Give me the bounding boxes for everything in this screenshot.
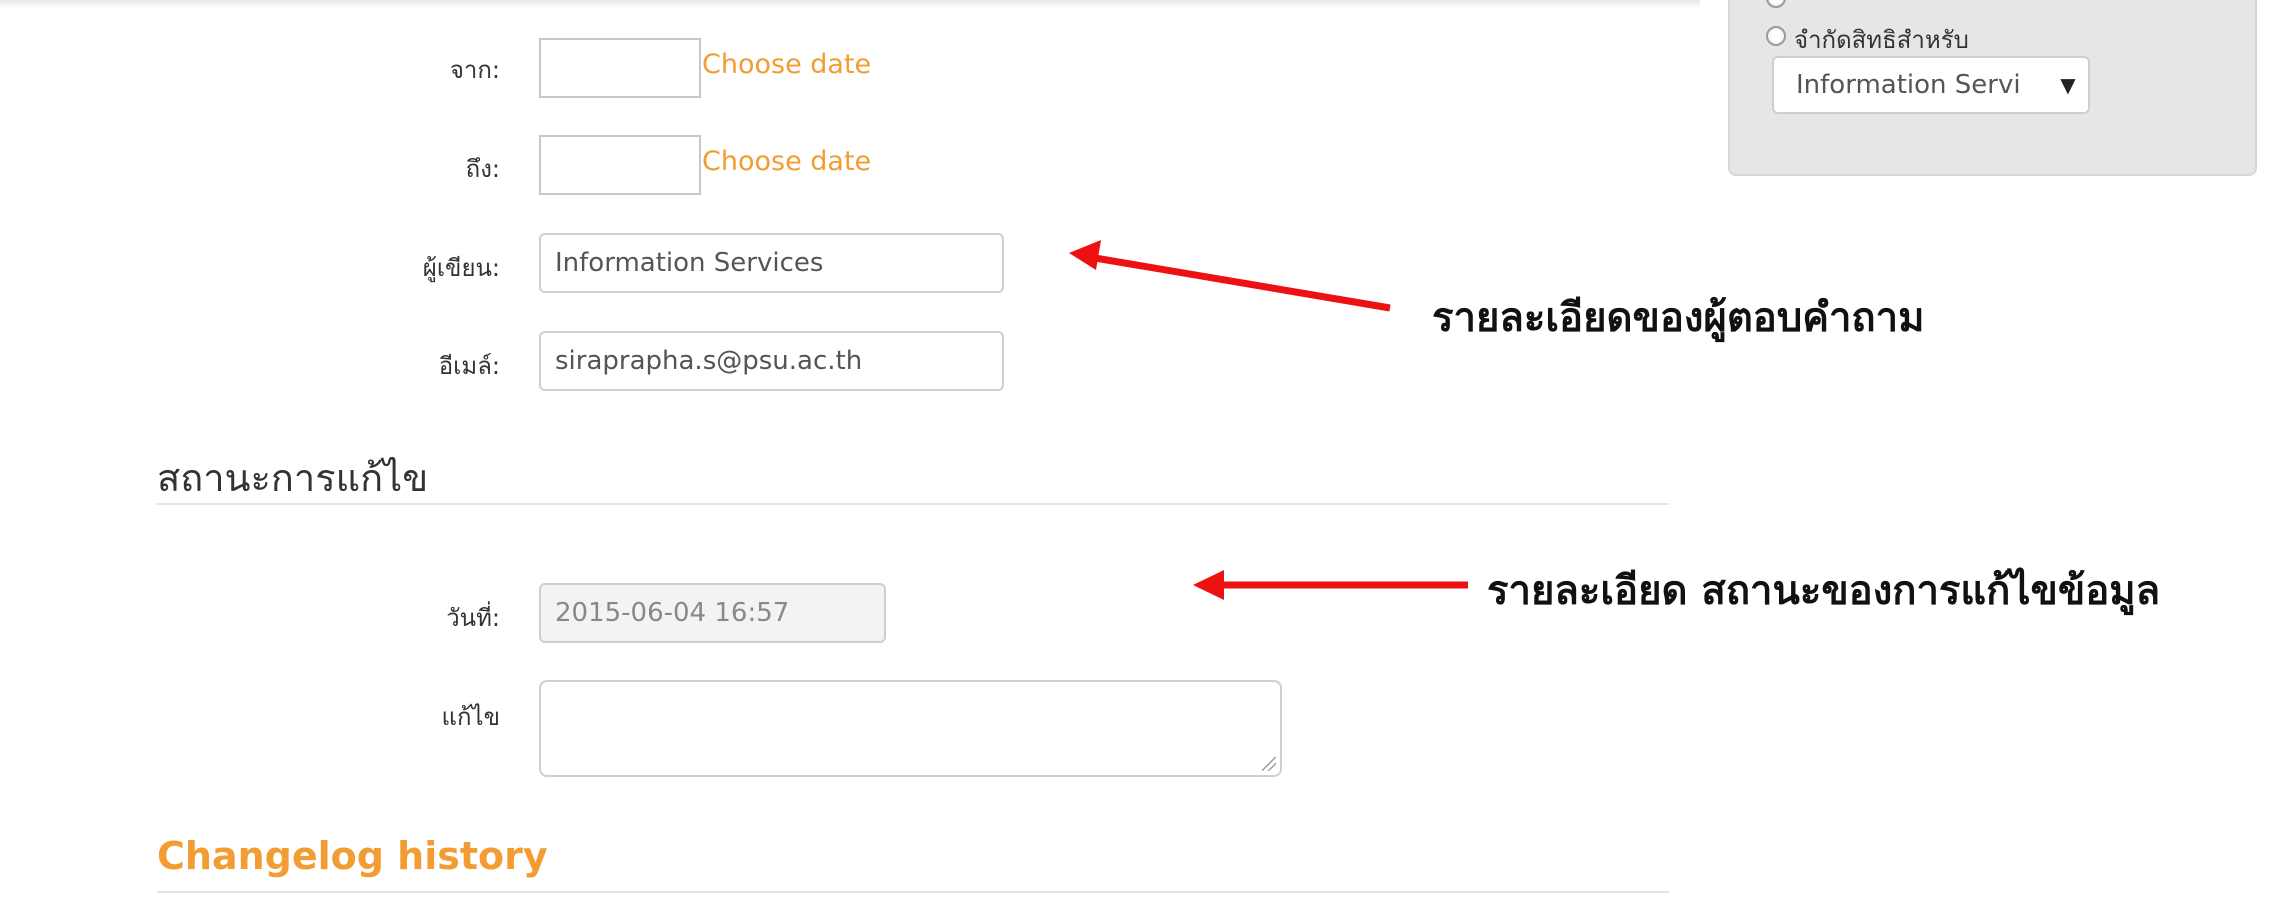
status-annotation: รายละเอียด สถานะของการแก้ไขข้อมูล [1487,568,2161,614]
arrow-to-status [1193,570,1468,600]
arrow-to-author [1069,240,1391,312]
annotation-arrows [1069,240,1468,600]
author-annotation: รายละเอียดของผู้ตอบคำถาม [1432,295,1925,341]
